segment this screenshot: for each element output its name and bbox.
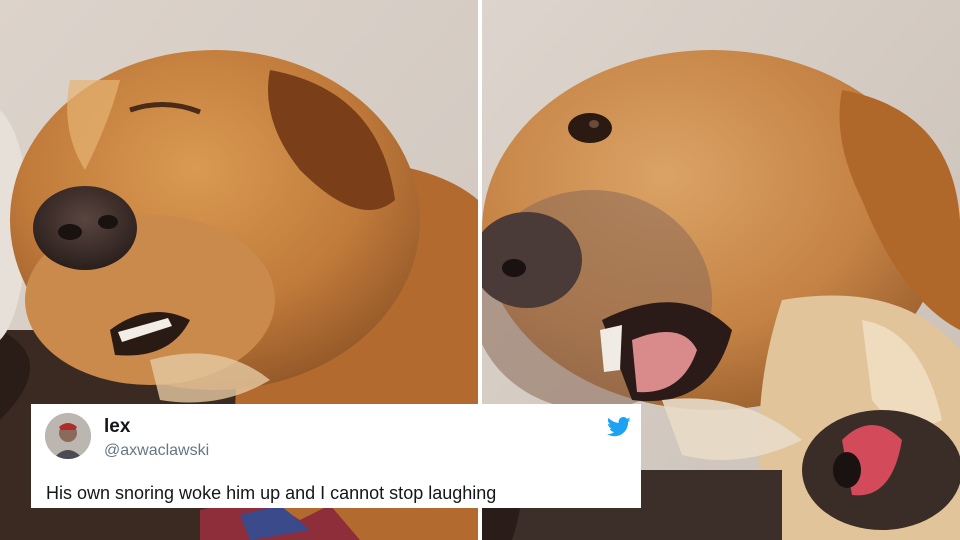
avatar[interactable] xyxy=(45,413,91,459)
avatar-photo-icon xyxy=(45,413,91,459)
display-name[interactable]: lex xyxy=(104,416,130,438)
tweet-text: His own snoring woke him up and I cannot… xyxy=(46,483,497,503)
tweet-card[interactable]: lex @axwaclawski His own snoring woke hi… xyxy=(31,404,641,508)
user-handle[interactable]: @axwaclawski xyxy=(104,442,209,460)
twitter-bird-icon[interactable] xyxy=(607,417,631,437)
